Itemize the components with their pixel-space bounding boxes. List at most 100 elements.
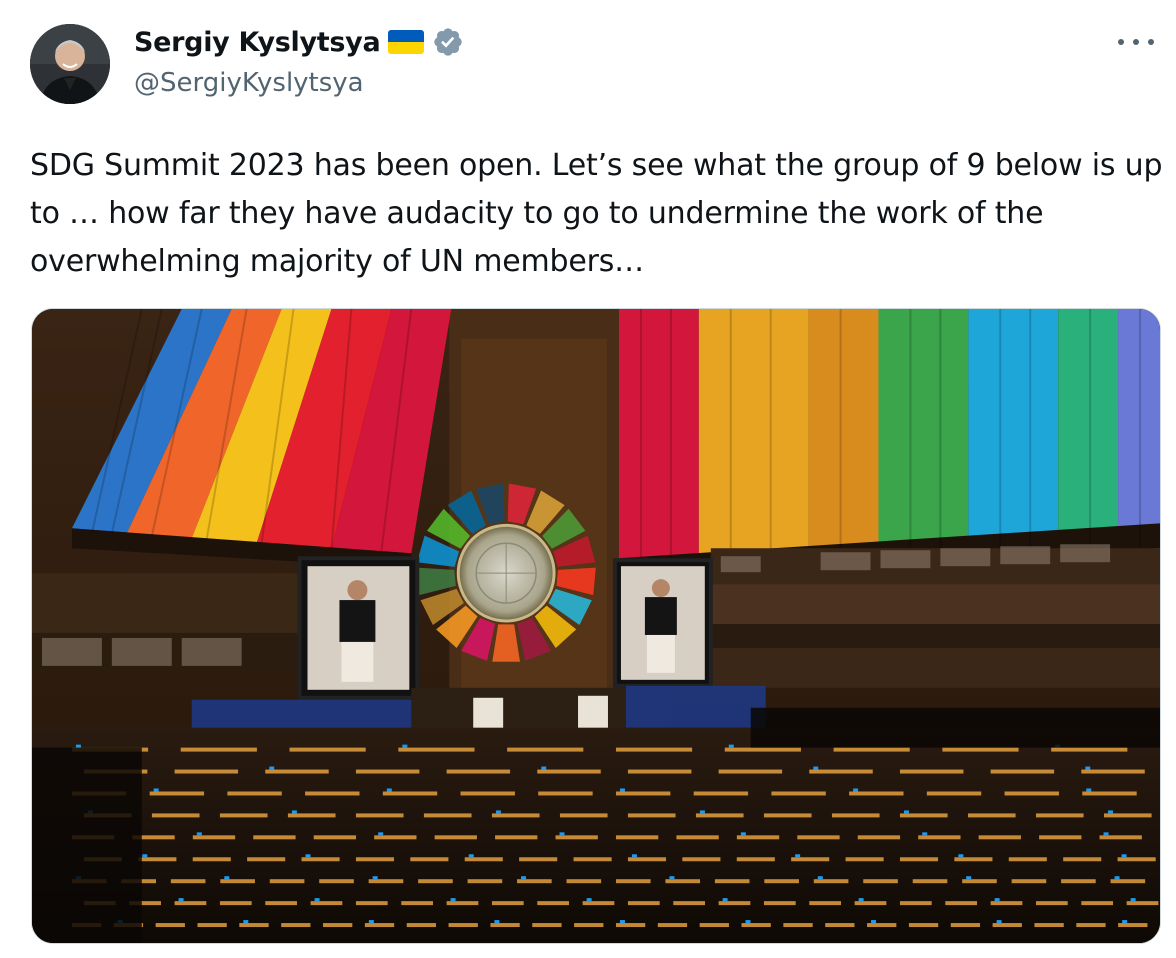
desk-screen-light — [619, 788, 625, 792]
desk-screen-light — [450, 898, 456, 902]
desk-screen-light — [853, 788, 859, 792]
desk-light — [310, 901, 343, 906]
desk-screen-light — [728, 744, 734, 748]
desk-screen-light — [996, 920, 1002, 924]
desk-screen-light — [631, 854, 637, 858]
desk-screen-light — [494, 920, 500, 924]
desk-light — [1035, 901, 1068, 906]
desk-light — [1081, 901, 1114, 906]
desk-light — [368, 879, 404, 884]
author-row: Sergiy Kyslytsya — [134, 26, 464, 58]
desk-light — [313, 835, 357, 840]
desk-screen-light — [386, 788, 392, 792]
desk-screen-light — [994, 898, 1000, 902]
desk-light — [833, 747, 910, 752]
desk-light — [138, 857, 177, 862]
desk-screen-light — [1121, 854, 1127, 858]
desk-screen-light — [368, 920, 374, 924]
desk-light — [265, 769, 329, 774]
desk-light — [741, 923, 771, 928]
desk-light — [192, 857, 231, 862]
desk-screen-light — [75, 744, 81, 748]
desk-screen-light — [291, 810, 297, 814]
author-name[interactable]: Sergiy Kyslytsya — [134, 27, 381, 58]
desk-screen-light — [541, 766, 547, 770]
desk-light — [170, 879, 206, 884]
desk-light — [1035, 813, 1084, 818]
desk-screen-light — [372, 876, 378, 880]
desk-light — [382, 791, 438, 796]
desk-light — [1011, 879, 1047, 884]
desk-light — [446, 901, 479, 906]
desk-screen-light — [269, 766, 275, 770]
desk-light — [490, 923, 520, 928]
desk-light — [559, 813, 608, 818]
desk-light — [942, 747, 1019, 752]
desk-screen-light — [1122, 920, 1128, 924]
desk-light — [912, 879, 948, 884]
desk-screen-light — [795, 854, 801, 858]
desk-light — [764, 879, 799, 884]
desk-light — [867, 923, 897, 928]
desk-screen-light — [699, 810, 705, 814]
desk-light — [665, 879, 701, 884]
more-options-icon[interactable] — [1118, 30, 1154, 54]
desk-screen-light — [903, 810, 909, 814]
desk-light — [849, 791, 904, 796]
desk-light — [253, 835, 296, 840]
desk-light — [857, 835, 901, 840]
author-handle[interactable]: @SergiyKyslytsya — [134, 68, 364, 98]
desk-screen-light — [1085, 766, 1091, 770]
desk-light — [1061, 879, 1096, 884]
desk-light — [491, 901, 524, 906]
desk-light — [763, 901, 796, 906]
desk-light — [287, 813, 336, 818]
desk-light — [517, 879, 552, 884]
desk-screen-light — [1114, 876, 1120, 880]
desk-light — [825, 923, 855, 928]
desk-light — [693, 791, 749, 796]
avatar[interactable] — [30, 24, 110, 104]
desk-screen-light — [521, 876, 527, 880]
desk-light — [495, 835, 538, 840]
desk-light — [718, 769, 783, 774]
desk-light — [1081, 769, 1145, 774]
desk-light — [374, 835, 417, 840]
desk-light — [555, 835, 598, 840]
desk-screen-light — [305, 854, 311, 858]
desk-light — [627, 857, 667, 862]
desk-light — [736, 835, 780, 840]
desk-screen-light — [1086, 788, 1092, 792]
desk-light — [305, 791, 360, 796]
desk-light — [945, 901, 978, 906]
desk-light — [180, 747, 257, 752]
desk-light — [401, 901, 433, 906]
desk-light — [532, 923, 562, 928]
desk-screen-light — [813, 766, 819, 770]
desk-light — [926, 791, 982, 796]
desk-light — [1103, 813, 1152, 818]
tweet-media-image[interactable] — [31, 308, 1161, 944]
desk-light — [301, 857, 340, 862]
desk-light — [155, 923, 185, 928]
desk-light — [627, 901, 660, 906]
desk-light — [1034, 923, 1064, 928]
desk-light — [537, 901, 570, 906]
desk-light — [1117, 857, 1156, 862]
desk-light — [537, 769, 601, 774]
desk-light — [220, 879, 255, 884]
desk-light — [574, 923, 604, 928]
desk-light — [197, 923, 227, 928]
desk-light — [736, 857, 775, 862]
desk-light — [573, 857, 612, 862]
desk-screen-light — [402, 744, 408, 748]
desk-light — [355, 901, 388, 906]
desk-light — [899, 857, 939, 862]
desk-light — [950, 923, 981, 928]
desk-light — [1110, 879, 1146, 884]
desk-light — [695, 813, 744, 818]
desk-light — [410, 857, 449, 862]
desk-light — [615, 791, 671, 796]
desk-light — [831, 813, 880, 818]
desk-screen-light — [243, 920, 249, 924]
